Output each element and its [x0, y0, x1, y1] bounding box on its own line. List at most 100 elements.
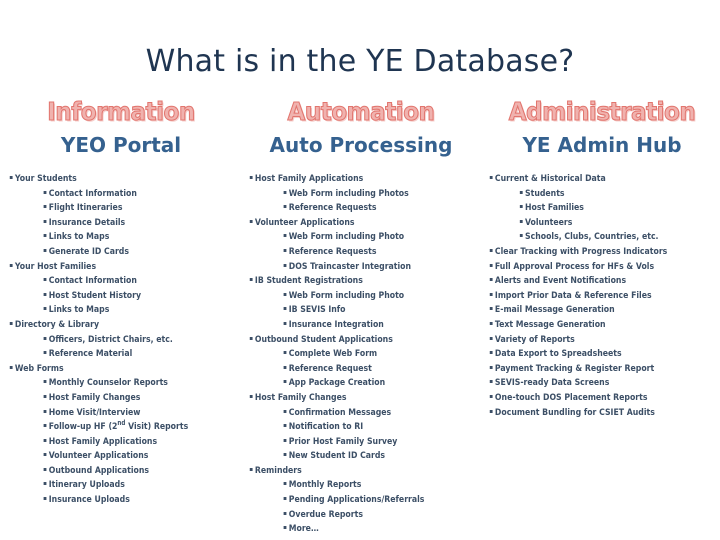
square-bullet-icon	[489, 176, 493, 179]
square-bullet-icon	[283, 365, 287, 369]
bullet-label: SEVIS-ready Data Screens	[494, 377, 610, 389]
column-information: Information YEO Portal Your Students Cont…	[0, 97, 240, 508]
square-bullet-icon	[283, 307, 287, 311]
square-bullet-icon	[43, 219, 47, 223]
bullet-item: Your Students	[6, 172, 222, 187]
square-bullet-icon	[283, 409, 287, 413]
bullet-list-automation: Host Family Applications Web Form includi…	[246, 172, 476, 537]
bullet-item: Volunteer Applications	[6, 449, 222, 464]
bullet-item: Overdue Reports	[246, 508, 462, 523]
bullet-item: Document Bundling for CSIET Audits	[486, 406, 704, 421]
square-bullet-icon	[489, 365, 493, 369]
bullet-label: Web Form including Photo	[288, 289, 405, 301]
bullet-item: Flight Itineraries	[6, 201, 222, 216]
square-bullet-icon	[43, 234, 47, 238]
bullet-item: Payment Tracking & Register Report	[486, 362, 704, 377]
bullet-label: More…	[288, 523, 319, 535]
square-bullet-icon	[43, 190, 47, 194]
square-bullet-icon	[43, 453, 47, 457]
bullet-label: Host Family Changes	[48, 391, 141, 403]
square-bullet-icon	[489, 336, 493, 340]
bullet-item: Insurance Details	[6, 216, 222, 231]
bullet-label: Schools, Clubs, Countries, etc.	[525, 231, 659, 243]
bullet-item: Web Form including Photo	[246, 230, 462, 245]
bullet-label: Directory & Library	[14, 318, 100, 330]
bullet-label: App Package Creation	[288, 377, 386, 389]
square-bullet-icon	[43, 438, 47, 442]
bullet-item: Contact Information	[6, 187, 222, 202]
square-bullet-icon	[43, 409, 47, 413]
square-bullet-icon	[283, 263, 287, 267]
bullet-item: Web Forms	[6, 362, 222, 377]
bullet-item: Reminders	[246, 464, 462, 479]
bullet-label: Contact Information	[48, 187, 137, 199]
sub-header-yeo-portal: YEO Portal	[60, 133, 182, 157]
bullet-label: Host Family Applications	[254, 173, 364, 184]
square-bullet-icon	[283, 497, 287, 501]
bullet-item: IB SEVIS Info	[246, 303, 462, 318]
bullet-item: Students	[486, 187, 704, 202]
square-bullet-icon	[249, 336, 253, 340]
bullet-label: Variety of Reports	[494, 333, 575, 345]
square-bullet-icon	[489, 263, 493, 267]
bullet-item: Variety of Reports	[486, 333, 704, 348]
bullet-item: Monthly Counselor Reports	[6, 376, 222, 391]
bullet-label: Pending Applications/Referrals	[288, 494, 425, 506]
square-bullet-icon	[43, 248, 47, 252]
bullet-label: Clear Tracking with Progress Indicators	[494, 245, 668, 257]
square-bullet-icon	[43, 380, 47, 384]
bullet-item: Host Student History	[6, 289, 222, 304]
bullet-label: IB SEVIS Info	[288, 304, 346, 316]
bullet-label: Monthly Counselor Reports	[48, 377, 168, 389]
bullet-label: Follow-up HF (2nd Visit) Reports	[48, 419, 189, 433]
bullet-label: Web Forms	[14, 362, 64, 374]
bullet-label: Reference Material	[48, 348, 133, 360]
bullet-item: Confirmation Messages	[246, 406, 462, 421]
bullet-label: Reference Requests	[288, 202, 377, 214]
sub-header-auto-processing: Auto Processing	[269, 133, 453, 157]
bullet-item: Directory & Library	[6, 318, 222, 333]
banner-information: Information	[47, 97, 196, 126]
bullet-label: Web Form including Photo	[288, 231, 405, 243]
bullet-label: Students	[525, 187, 565, 199]
square-bullet-icon	[9, 365, 13, 369]
square-bullet-icon	[9, 176, 13, 179]
bullet-item: Reference Requests	[246, 201, 462, 216]
bullet-item: Your Host Families	[6, 260, 222, 275]
bullet-label: Web Form including Photos	[288, 187, 409, 199]
bullet-item: Volunteer Applications	[246, 216, 462, 231]
bullet-item: Import Prior Data & Reference Files	[486, 289, 704, 304]
bullet-label: Your Students	[14, 173, 77, 184]
square-bullet-icon	[249, 467, 253, 471]
bullet-item: Contact Information	[6, 274, 222, 289]
square-bullet-icon	[519, 219, 523, 223]
sub-header-ye-admin-hub: YE Admin Hub	[522, 133, 682, 157]
square-bullet-icon	[519, 234, 523, 238]
square-bullet-icon	[43, 394, 47, 398]
bullet-label: Volunteer Applications	[254, 216, 355, 228]
bullet-label: Generate ID Cards	[48, 245, 129, 257]
square-bullet-icon	[249, 219, 253, 223]
bullet-item: Host Family Applications	[6, 435, 222, 450]
ordinal-superscript: nd	[117, 419, 126, 428]
bullet-label: Reference Requests	[288, 245, 377, 257]
bullet-label: Import Prior Data & Reference Files	[494, 289, 652, 301]
square-bullet-icon	[43, 351, 47, 355]
bullet-label: Notification to RI	[288, 421, 364, 433]
square-bullet-icon	[43, 424, 47, 428]
bullet-label: New Student ID Cards	[288, 450, 386, 462]
square-bullet-icon	[43, 336, 47, 340]
square-bullet-icon	[283, 205, 287, 209]
bullet-item: Host Families	[486, 201, 704, 216]
square-bullet-icon	[43, 292, 47, 296]
square-bullet-icon	[9, 321, 13, 325]
square-bullet-icon	[283, 321, 287, 325]
bullet-label: Current & Historical Data	[494, 173, 606, 184]
bullet-item: Clear Tracking with Progress Indicators	[486, 245, 704, 260]
bullet-label: Home Visit/Interview	[48, 406, 141, 418]
bullet-label: Text Message Generation	[494, 318, 606, 330]
columns-container: Information YEO Portal Your Students Cont…	[0, 97, 720, 537]
square-bullet-icon	[283, 482, 287, 486]
bullet-item: App Package Creation	[246, 376, 462, 391]
bullet-item: More…	[246, 522, 462, 537]
